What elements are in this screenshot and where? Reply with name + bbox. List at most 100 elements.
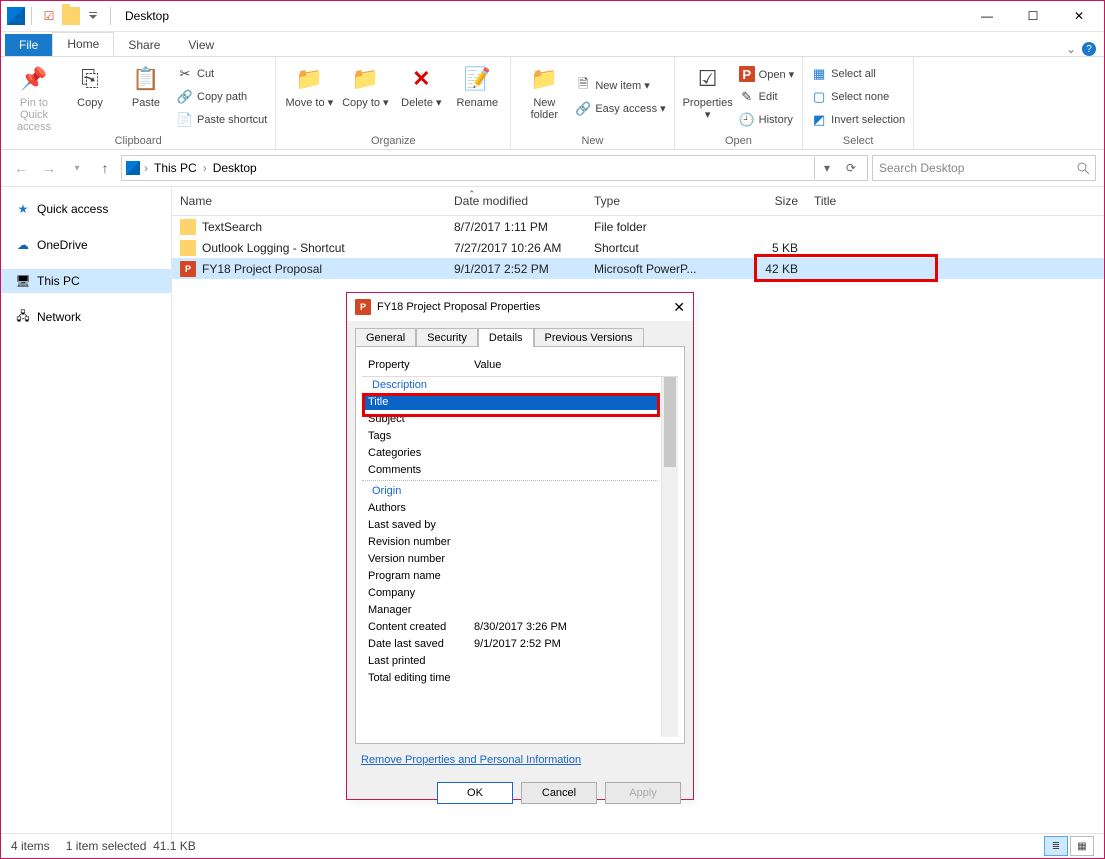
nav-quick-access[interactable]: ★Quick access — [1, 197, 171, 221]
tab-general[interactable]: General — [355, 328, 416, 347]
cancel-button[interactable]: Cancel — [521, 782, 597, 804]
property-name: Content created — [362, 621, 468, 633]
folder-qat-icon[interactable] — [62, 7, 80, 25]
new-folder-button[interactable]: 📁New folder — [519, 61, 569, 133]
close-button[interactable]: ✕ — [1056, 1, 1102, 31]
new-item-icon: 🗎 — [575, 78, 591, 94]
column-headers: Name Date modified Type Size Title — [172, 187, 1104, 216]
search-input[interactable]: Search Desktop — [872, 155, 1096, 181]
delete-button[interactable]: ✕Delete ▾ — [396, 61, 446, 133]
property-name: Subject — [362, 413, 468, 425]
back-button[interactable]: ← — [9, 156, 33, 180]
maximize-button[interactable]: ☐ — [1010, 1, 1056, 31]
dialog-close-button[interactable]: ✕ — [673, 299, 685, 316]
copy-button[interactable]: ⎘ Copy — [65, 61, 115, 133]
edit-icon: ✎ — [739, 89, 755, 105]
property-value[interactable]: 9/1/2017 2:52 PM — [468, 638, 678, 650]
paste-button[interactable]: 📋 Paste — [121, 61, 171, 133]
crumb-desktop[interactable]: Desktop — [211, 161, 259, 175]
new-item-button[interactable]: 🗎New item ▾ — [575, 76, 665, 96]
forward-button[interactable]: → — [37, 156, 61, 180]
properties-qat-icon[interactable]: ☑ — [38, 5, 60, 27]
up-button[interactable]: ↑ — [93, 156, 117, 180]
property-row[interactable]: Version number — [362, 550, 678, 567]
edit-button[interactable]: ✎Edit — [739, 87, 795, 107]
col-size[interactable]: Size — [720, 194, 806, 208]
tab-view[interactable]: View — [174, 34, 228, 56]
header-property[interactable]: Property — [362, 359, 468, 371]
group-label: Organize — [284, 133, 502, 147]
property-row[interactable]: Company — [362, 584, 678, 601]
tab-security[interactable]: Security — [416, 328, 478, 347]
tab-previous-versions[interactable]: Previous Versions — [534, 328, 644, 347]
file-tab[interactable]: File — [5, 34, 52, 56]
property-row[interactable]: Content created8/30/2017 3:26 PM — [362, 618, 678, 635]
chevron-right-icon[interactable]: › — [203, 161, 207, 175]
col-type[interactable]: Type — [586, 194, 720, 208]
col-name[interactable]: Name — [172, 194, 446, 208]
nav-network[interactable]: 🖧Network — [1, 305, 171, 329]
scrollbar[interactable] — [661, 377, 678, 737]
pin-to-quick-access-button[interactable]: 📌 Pin to Quick access — [9, 61, 59, 133]
property-row[interactable]: Categories — [362, 444, 678, 461]
titlebar: ☑ Desktop — ☐ ✕ — [1, 1, 1104, 32]
property-row[interactable]: Program name — [362, 567, 678, 584]
large-icons-view-button[interactable]: ▦ — [1070, 836, 1094, 856]
property-row[interactable]: Last saved by — [362, 516, 678, 533]
invert-selection-button[interactable]: ◩Invert selection — [811, 110, 905, 130]
copy-path-button[interactable]: 🔗Copy path — [177, 87, 267, 107]
details-view-button[interactable]: ≣ — [1044, 836, 1068, 856]
recent-locations-button[interactable]: ▾ — [65, 156, 89, 180]
copy-to-button[interactable]: 📁Copy to ▾ — [340, 61, 390, 133]
ok-button[interactable]: OK — [437, 782, 513, 804]
properties-button[interactable]: ☑Properties ▾ — [683, 61, 733, 133]
easy-access-button[interactable]: 🔗Easy access ▾ — [575, 99, 665, 119]
minimize-button[interactable]: — — [964, 1, 1010, 31]
property-row[interactable]: Total editing time — [362, 669, 678, 686]
move-to-button[interactable]: 📁Move to ▾ — [284, 61, 334, 133]
select-all-button[interactable]: ▦Select all — [811, 64, 905, 84]
property-row[interactable]: Last printed — [362, 652, 678, 669]
property-row[interactable]: Manager — [362, 601, 678, 618]
scrollbar-thumb[interactable] — [664, 377, 676, 467]
open-button[interactable]: POpen ▾ — [739, 64, 795, 84]
crumb-this-pc[interactable]: This PC — [152, 161, 199, 175]
file-date: 7/27/2017 10:26 AM — [446, 241, 586, 255]
table-row[interactable]: PFY18 Project Proposal9/1/2017 2:52 PMMi… — [172, 258, 1104, 279]
rename-button[interactable]: 📝Rename — [452, 61, 502, 133]
col-date[interactable]: Date modified — [446, 194, 586, 208]
qat-dropdown-icon[interactable] — [82, 5, 104, 27]
address-dropdown-icon[interactable]: ▾ — [815, 157, 839, 179]
apply-button[interactable]: Apply — [605, 782, 681, 804]
property-row[interactable]: Subject — [362, 410, 678, 427]
select-none-button[interactable]: ▢Select none — [811, 87, 905, 107]
remove-properties-link[interactable]: Remove Properties and Personal Informati… — [347, 744, 595, 776]
tab-home[interactable]: Home — [52, 32, 114, 56]
col-title[interactable]: Title — [806, 194, 1104, 208]
nav-this-pc[interactable]: 🖥This PC — [1, 269, 171, 293]
cut-button[interactable]: ✂Cut — [177, 64, 267, 84]
property-row[interactable]: Date last saved9/1/2017 2:52 PM — [362, 635, 678, 652]
nav-onedrive[interactable]: ☁OneDrive — [1, 233, 171, 257]
property-row[interactable]: Tags — [362, 427, 678, 444]
move-to-icon: 📁 — [293, 63, 325, 95]
refresh-button[interactable]: ⟳ — [839, 157, 863, 179]
property-row[interactable]: Authors — [362, 499, 678, 516]
table-row[interactable]: Outlook Logging - Shortcut7/27/2017 10:2… — [172, 237, 1104, 258]
help-icon[interactable]: ? — [1082, 42, 1096, 56]
history-button[interactable]: 🕘History — [739, 110, 795, 130]
table-row[interactable]: TextSearch8/7/2017 1:11 PMFile folder — [172, 216, 1104, 237]
collapse-ribbon-icon[interactable]: ⌄ — [1066, 42, 1076, 56]
group-label: Open — [683, 133, 795, 147]
chevron-right-icon[interactable]: › — [144, 161, 148, 175]
property-row[interactable]: Title — [362, 393, 658, 410]
header-value[interactable]: Value — [468, 359, 678, 371]
property-row[interactable]: Revision number — [362, 533, 678, 550]
paste-shortcut-button[interactable]: 📄Paste shortcut — [177, 110, 267, 130]
property-name: Revision number — [362, 536, 468, 548]
tab-share[interactable]: Share — [114, 34, 174, 56]
breadcrumb[interactable]: › This PC › Desktop ▾ ⟳ — [121, 155, 868, 181]
property-value[interactable]: 8/30/2017 3:26 PM — [468, 621, 678, 633]
property-row[interactable]: Comments — [362, 461, 678, 478]
tab-details[interactable]: Details — [478, 328, 534, 347]
